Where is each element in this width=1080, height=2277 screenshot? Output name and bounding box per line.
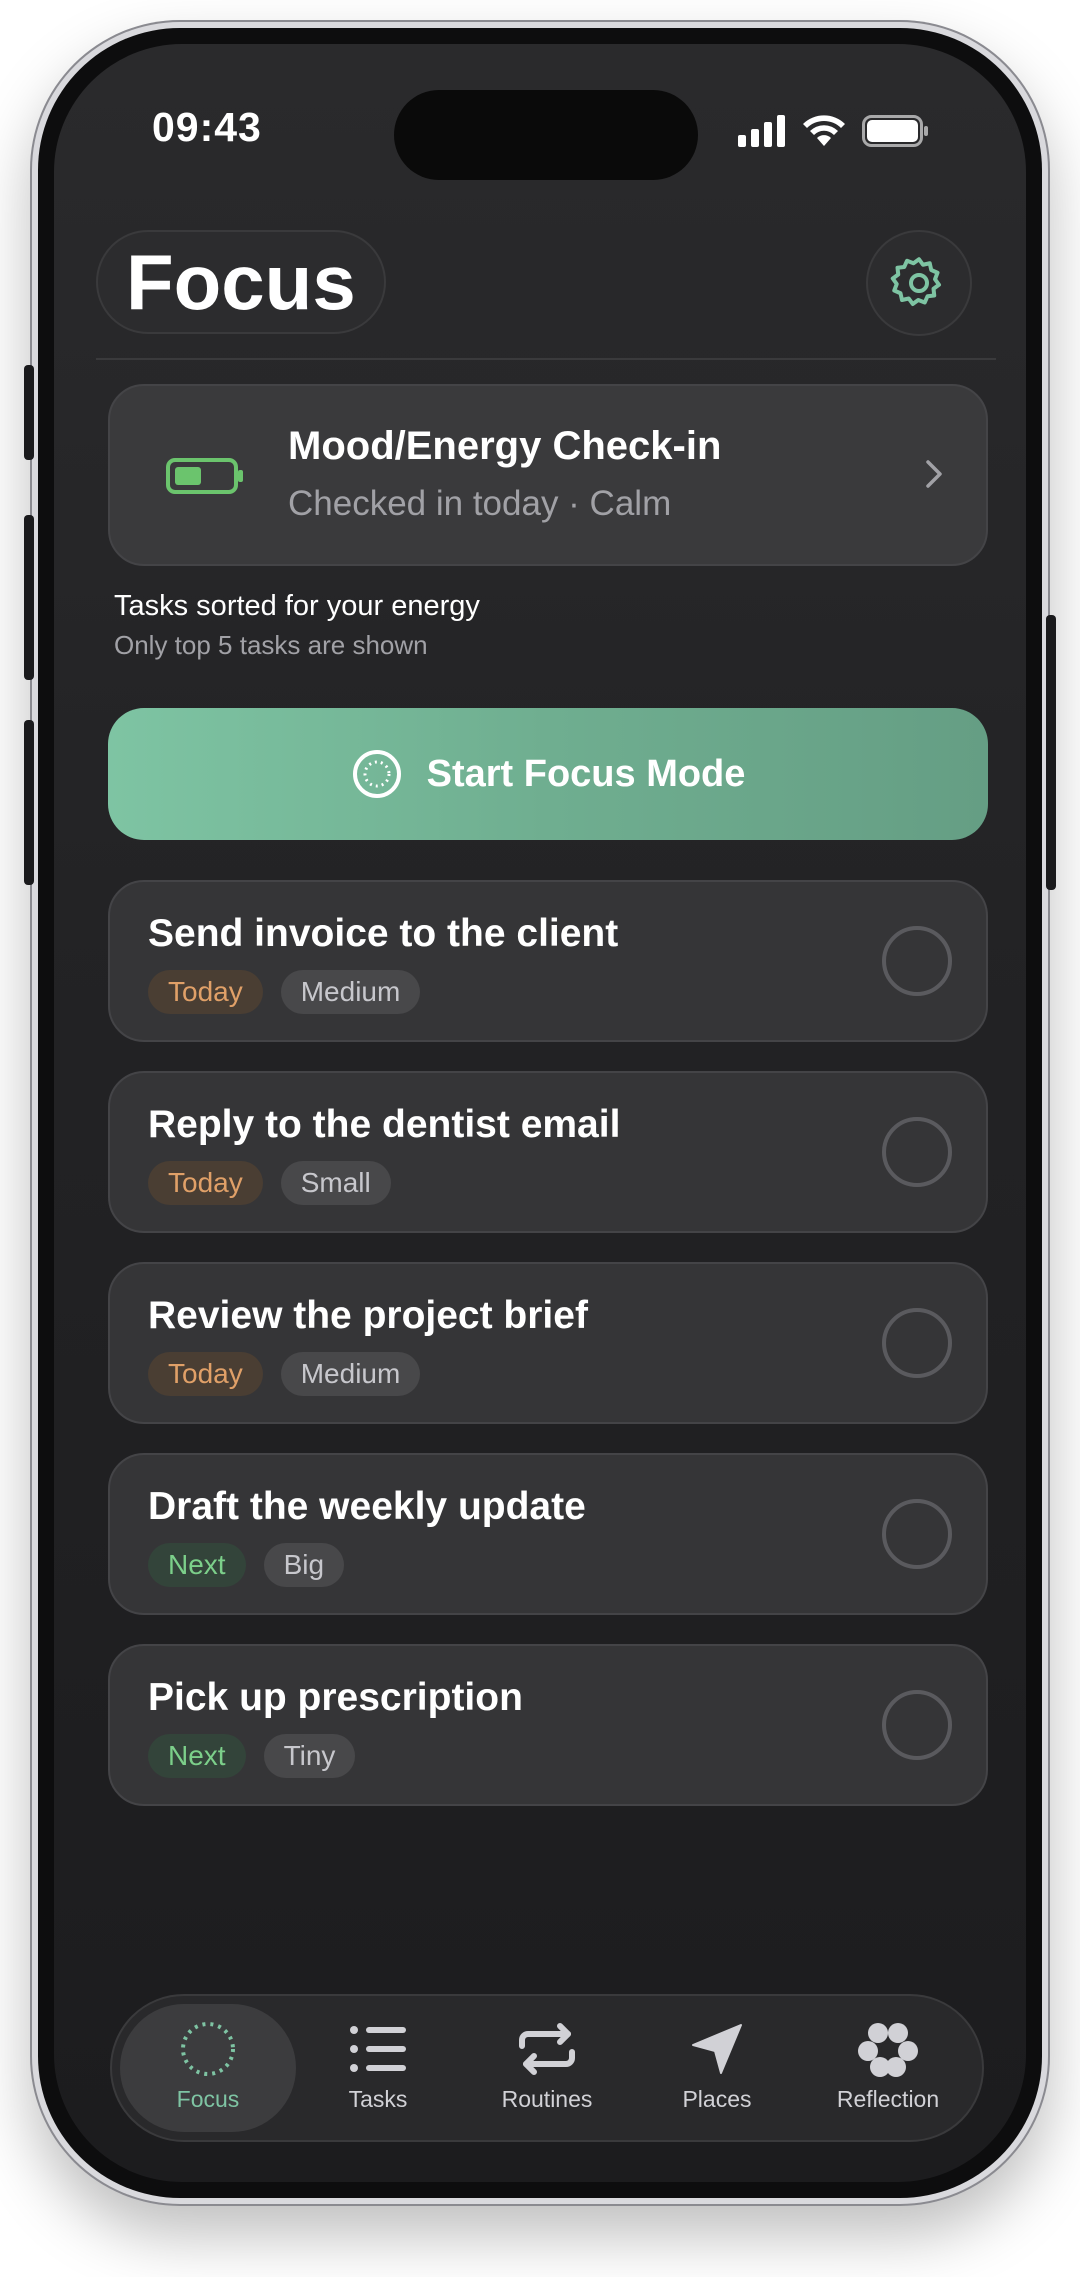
battery-status-icon — [862, 115, 928, 147]
phone-bezel: 09:43 Focus Mood/Energy Check-in Checked… — [38, 28, 1042, 2198]
flower-icon — [858, 2023, 918, 2077]
tab-bar: Focus Tasks Routines Places Reflection — [110, 1994, 984, 2142]
tab-routines[interactable]: Routines — [462, 2004, 632, 2132]
location-arrow-icon — [692, 2024, 742, 2074]
tab-label: Routines — [501, 2086, 593, 2112]
task-tags: Next Big — [148, 1543, 345, 1587]
screen: 09:43 Focus Mood/Energy Check-in Checked… — [54, 44, 1026, 2182]
limit-info-text: Only top 5 tasks are shown — [114, 630, 428, 660]
side-button-volume-down — [24, 720, 34, 885]
task-title: Reply to the dentist email — [148, 1103, 621, 1146]
task-when-tag: Next — [148, 1734, 246, 1778]
task-card[interactable]: Pick up prescription Next Tiny — [108, 1644, 988, 1806]
task-title: Draft the weekly update — [148, 1485, 586, 1528]
start-focus-mode-label: Start Focus Mode — [426, 752, 746, 795]
task-title: Send invoice to the client — [148, 912, 619, 955]
mood-card-subtitle: Checked in today · Calm — [288, 484, 672, 523]
task-size-tag: Big — [263, 1543, 345, 1587]
task-title: Pick up prescription — [148, 1676, 523, 1719]
header-divider — [96, 358, 996, 360]
task-tags: Next Tiny — [148, 1734, 356, 1778]
energy-battery-icon — [166, 458, 243, 494]
task-tags: Today Small — [148, 1161, 391, 1205]
tab-label: Reflection — [836, 2086, 940, 2112]
tab-focus[interactable]: Focus — [120, 2004, 296, 2132]
tab-places[interactable]: Places — [642, 2004, 792, 2132]
task-title: Review the project brief — [148, 1294, 588, 1337]
dynamic-island — [394, 90, 698, 180]
focus-circle-icon — [181, 2022, 235, 2076]
chevron-right-icon — [926, 460, 942, 488]
settings-button[interactable] — [866, 230, 972, 336]
task-when-tag: Today — [148, 1352, 263, 1396]
task-card[interactable]: Review the project brief Today Medium — [108, 1262, 988, 1424]
gear-icon — [890, 257, 941, 306]
task-card[interactable]: Draft the weekly update Next Big — [108, 1453, 988, 1615]
status-icons — [738, 114, 930, 148]
task-card[interactable]: Send invoice to the client Today Medium — [108, 880, 988, 1042]
tab-tasks[interactable]: Tasks — [308, 2004, 448, 2132]
tab-label: Places — [682, 2086, 752, 2112]
task-complete-checkbox[interactable] — [882, 926, 952, 996]
repeat-icon — [519, 2023, 575, 2075]
status-time: 09:43 — [152, 104, 262, 150]
mood-checkin-card[interactable]: Mood/Energy Check-in Checked in today · … — [108, 384, 988, 566]
task-size-tag: Small — [280, 1161, 391, 1205]
side-button-volume-up — [24, 515, 34, 680]
start-focus-mode-button[interactable]: Start Focus Mode — [108, 708, 988, 840]
task-when-tag: Today — [148, 1161, 263, 1205]
tab-label: Focus — [176, 2086, 240, 2112]
task-when-tag: Next — [148, 1543, 246, 1587]
mood-card-title: Mood/Energy Check-in — [288, 424, 722, 468]
task-tags: Today Medium — [148, 1352, 421, 1396]
page-title: Focus — [126, 238, 356, 326]
task-size-tag: Tiny — [263, 1734, 356, 1778]
wifi-icon — [803, 115, 845, 146]
task-card[interactable]: Reply to the dentist email Today Small — [108, 1071, 988, 1233]
signal-icon — [738, 115, 785, 147]
list-icon — [350, 2026, 406, 2072]
task-complete-checkbox[interactable] — [882, 1308, 952, 1378]
task-size-tag: Medium — [280, 970, 421, 1014]
sort-info-text: Tasks sorted for your energy — [114, 590, 480, 622]
task-complete-checkbox[interactable] — [882, 1690, 952, 1760]
side-button-action — [24, 365, 34, 460]
task-complete-checkbox[interactable] — [882, 1117, 952, 1187]
side-button-power — [1046, 615, 1056, 890]
focus-circle-icon — [352, 750, 401, 798]
tab-label: Tasks — [348, 2086, 408, 2112]
phone-frame: 09:43 Focus Mood/Energy Check-in Checked… — [30, 20, 1050, 2206]
task-tags: Today Medium — [148, 970, 421, 1014]
task-when-tag: Today — [148, 970, 263, 1014]
tab-reflection[interactable]: Reflection — [800, 2004, 976, 2132]
task-size-tag: Medium — [280, 1352, 421, 1396]
task-complete-checkbox[interactable] — [882, 1499, 952, 1569]
